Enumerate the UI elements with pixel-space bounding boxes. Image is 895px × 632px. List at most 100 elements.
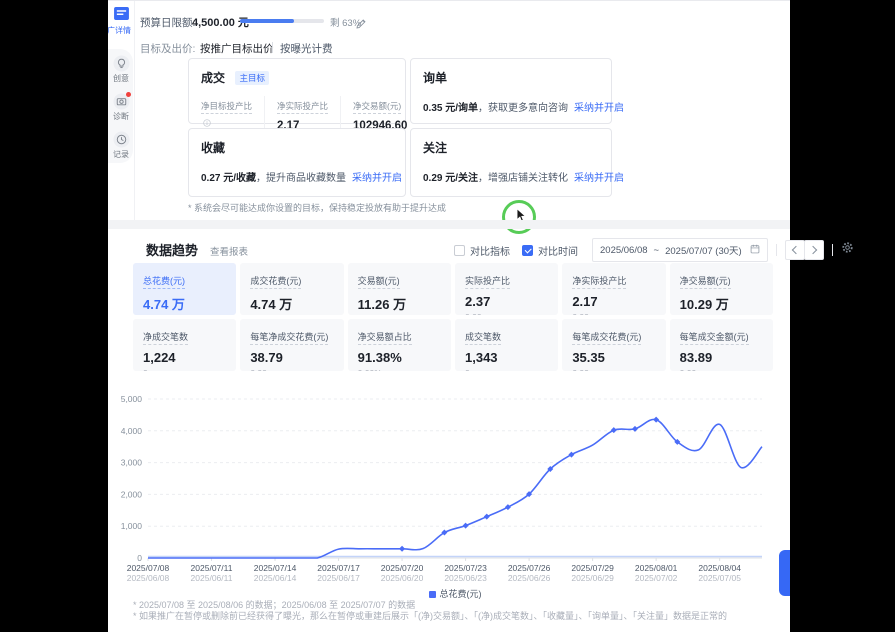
metric-value: 2.17: [572, 294, 655, 309]
view-report-link[interactable]: 查看报表: [210, 244, 248, 258]
adopt-inquiry-link[interactable]: 采纳并开启: [574, 103, 624, 114]
svg-text:2025/06/20: 2025/06/20: [381, 573, 424, 583]
svg-text:2025/06/11: 2025/06/11: [191, 573, 233, 583]
metric-label: 每笔成交花费(元): [572, 330, 641, 345]
svg-text:2025/07/14: 2025/07/14: [254, 563, 297, 573]
metric-card-5[interactable]: 净交易额(元)10.29 万0.00: [670, 263, 773, 315]
svg-text:2025/08/04: 2025/08/04: [698, 563, 741, 573]
edit-budget-icon[interactable]: [356, 16, 367, 34]
svg-text:2025/06/17: 2025/06/17: [317, 573, 360, 583]
metric-card-1[interactable]: 成交花费(元)4.74 万0.00: [240, 263, 343, 315]
budget-progress-bar: [240, 19, 324, 23]
bid-option-exposure[interactable]: 按曝光计费: [280, 41, 333, 56]
metric-card-0[interactable]: 总花费(元)4.74 万0.00: [133, 263, 236, 315]
svg-text:2025/07/08: 2025/07/08: [127, 563, 170, 573]
metric-card-8[interactable]: 净交易额占比91.38%0.00%: [348, 319, 451, 371]
metric-label: 净交易额占比: [358, 330, 412, 345]
bid-option-goal[interactable]: 按推广目标出价: [200, 41, 274, 56]
svg-text:2025/08/01: 2025/08/01: [635, 563, 678, 573]
svg-text:4,000: 4,000: [121, 426, 143, 436]
next-period-button[interactable]: [804, 240, 824, 260]
metric-card-3[interactable]: 实际投产比2.370.00: [455, 263, 558, 315]
prev-period-button[interactable]: [785, 240, 805, 260]
metric-compare-value: 0.00: [465, 312, 548, 315]
adopt-follow-link[interactable]: 采纳并开启: [574, 173, 624, 184]
metric-label: 成交花费(元): [250, 274, 301, 289]
compare-time-label: 对比时间: [538, 243, 578, 258]
section-divider: [108, 220, 790, 229]
trend-section-title: 数据趋势: [146, 240, 198, 259]
favorite-card-title: 收藏: [201, 139, 225, 156]
camera-icon: [113, 93, 130, 110]
metric-compare-value: 0.00: [250, 368, 333, 371]
metric-compare-value: 0.00%: [358, 368, 441, 371]
metric-value: 4.74 万: [143, 294, 226, 313]
sidebar-item-label: 诊断: [108, 111, 134, 122]
trend-controls: 对比指标 对比时间 2025/06/08 ~ 2025/07/07 (30天): [454, 238, 854, 262]
metric-label: 净成交笔数: [143, 330, 188, 345]
metric-label: 总花费(元): [143, 274, 185, 289]
floating-side-tab[interactable]: [779, 550, 790, 596]
metric-card-11[interactable]: 每笔成交金额(元)83.890.00: [670, 319, 773, 371]
metric-value: 38.79: [250, 350, 333, 365]
metric-label: 成交笔数: [465, 330, 501, 345]
metric-compare-value: 0.00: [572, 312, 655, 315]
svg-text:5,000: 5,000: [121, 394, 143, 404]
sidebar-item-1[interactable]: 创意: [108, 55, 134, 84]
metric-label: 净实际投产比: [572, 274, 626, 289]
metric-value: 2.37: [465, 294, 548, 309]
metric-card-4[interactable]: 净实际投产比 2.17 0.00: [562, 263, 665, 315]
metric-value: 1,343: [465, 350, 548, 365]
notification-dot: [126, 92, 131, 97]
follow-card-title: 关注: [423, 139, 447, 156]
metric-card-9[interactable]: 成交笔数1,3430: [455, 319, 558, 371]
metric-value: 83.89: [680, 350, 763, 365]
date-end: 2025/07/07 (30天): [665, 243, 742, 257]
clock-icon: [113, 131, 130, 148]
budget-label: 预算日限额:: [140, 15, 195, 30]
metric-value: 4.74 万: [250, 294, 333, 313]
svg-text:2025/06/14: 2025/06/14: [254, 573, 297, 583]
date-range-picker[interactable]: 2025/06/08 ~ 2025/07/07 (30天): [592, 238, 768, 262]
option-divider: [272, 42, 273, 53]
metric-compare-value: 0.00: [680, 368, 763, 371]
detail-icon: [113, 7, 130, 24]
legend-label: 总花费(元): [440, 589, 482, 599]
sidebar-item-label: 记录: [108, 149, 134, 160]
svg-text:2,000: 2,000: [121, 489, 143, 499]
chart-footnote-2: * 如果推广在暂停或删除前已经获得了曝光，那么在暂停或重建后展示「(净)交易额」…: [133, 609, 727, 622]
metric-compare-value: 0.00: [572, 368, 655, 371]
sidebar-item-2[interactable]: 诊断: [108, 93, 134, 122]
svg-text:2025/07/29: 2025/07/29: [571, 563, 614, 573]
trend-line-chart: 01,0002,0003,0004,0005,0002025/07/082025…: [108, 391, 790, 587]
controls-divider-2: [832, 244, 833, 256]
sidebar-item-3[interactable]: 记录: [108, 131, 134, 160]
svg-text:2025/06/08: 2025/06/08: [127, 573, 170, 583]
metric-card-6[interactable]: 净成交笔数 1,224 0: [133, 319, 236, 371]
metric-value: 10.29 万: [680, 294, 763, 313]
svg-text:2025/07/17: 2025/07/17: [317, 563, 360, 573]
metric-label: 净交易额(元): [680, 274, 731, 289]
adopt-favorite-link[interactable]: 采纳并开启: [352, 173, 402, 184]
legend-swatch: [429, 591, 436, 598]
sidebar-item-0[interactable]: 推广详情: [108, 7, 134, 36]
metric-value: 1,224: [143, 350, 226, 365]
settings-gear-icon[interactable]: [841, 241, 854, 259]
compare-time-checkbox[interactable]: [522, 245, 533, 256]
metric-card-10[interactable]: 每笔成交花费(元)35.350.00: [562, 319, 665, 371]
controls-divider: [776, 244, 777, 256]
compare-metric-checkbox[interactable]: [454, 245, 465, 256]
svg-text:2025/07/05: 2025/07/05: [698, 573, 741, 583]
metric-card-7[interactable]: 每笔净成交花费(元)38.790.00: [240, 319, 343, 371]
metric-card-2[interactable]: 交易额(元)11.26 万0.00: [348, 263, 451, 315]
svg-text:2025/07/26: 2025/07/26: [508, 563, 551, 573]
bulb-icon: [113, 55, 130, 72]
mini-sidebar: 推广详情创意诊断记录: [108, 1, 135, 220]
svg-text:2025/06/23: 2025/06/23: [444, 573, 487, 583]
main-panel: 推广详情创意诊断记录 预算日限额: 4,500.00 元 剩 63% 目标及出价…: [108, 0, 790, 632]
metric-compare-value: 0: [143, 368, 226, 371]
svg-text:0: 0: [137, 553, 142, 563]
metric-value: 11.26 万: [358, 294, 441, 313]
metric-label: 交易额(元): [358, 274, 400, 289]
svg-text:2025/07/20: 2025/07/20: [381, 563, 424, 573]
